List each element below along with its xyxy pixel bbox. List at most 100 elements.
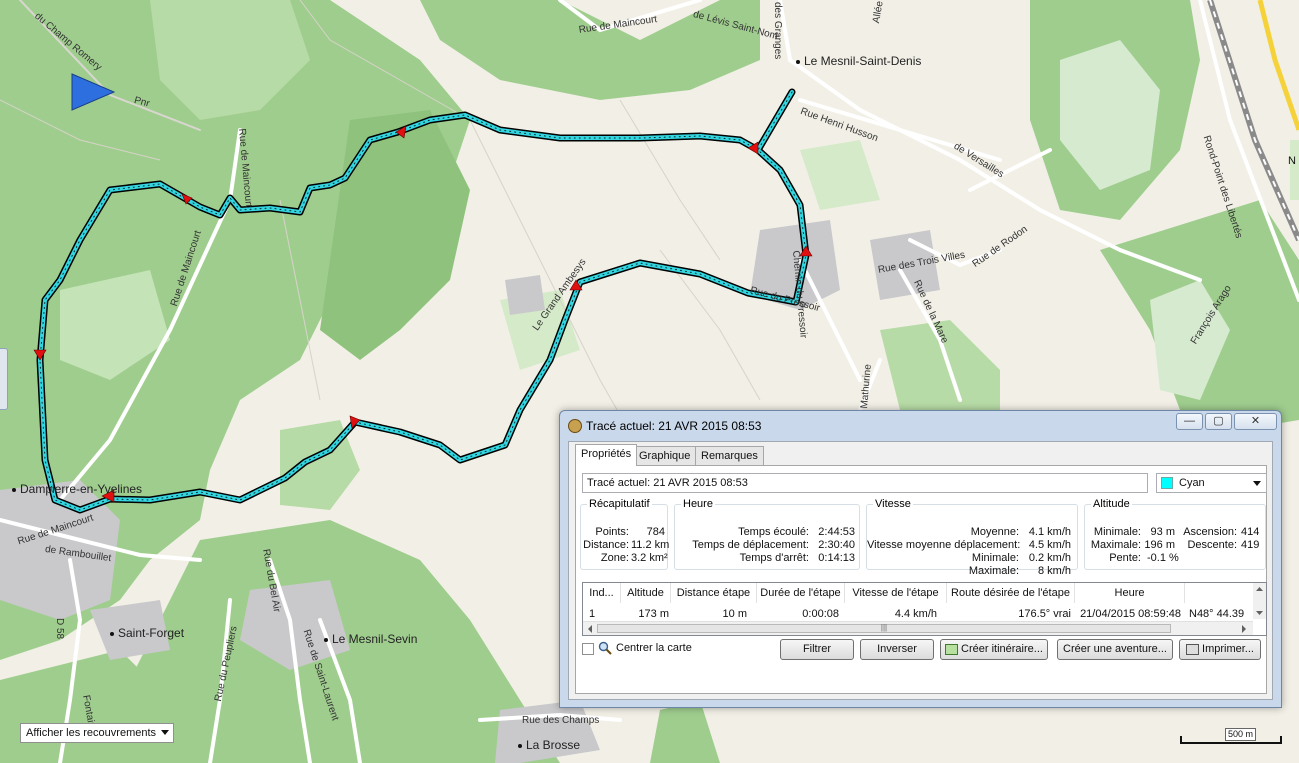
- map-label: des Granges: [772, 2, 783, 60]
- max-altitude-label: Maximale:: [1090, 539, 1141, 551]
- create-route-label: Créer itinéraire...: [961, 643, 1043, 655]
- cell-index[interactable]: 1: [589, 607, 595, 621]
- overlays-dropdown[interactable]: Afficher les recouvrements: [20, 723, 174, 743]
- cell-course[interactable]: 176.5° vrai: [947, 607, 1071, 621]
- ascent-label: Ascension:: [1183, 526, 1237, 538]
- dialog-title: Tracé actuel: 21 AVR 2015 08:53: [586, 419, 762, 433]
- time-legend: Heure: [683, 498, 713, 510]
- column-header-speed[interactable]: Vitesse de l'étape: [845, 583, 947, 603]
- avg-speed-label: Moyenne:: [970, 526, 1019, 538]
- magnifier-icon: [598, 641, 612, 655]
- maximize-button[interactable]: ▢: [1205, 413, 1232, 430]
- place-label-saint-forget: Saint-Forget: [110, 626, 184, 640]
- altitude-legend: Altitude: [1093, 498, 1130, 510]
- dialog-body: Propriétés Graphique Remarques Tracé act…: [568, 441, 1273, 700]
- max-speed-value: 8 km/h: [1037, 565, 1071, 577]
- chevron-down-icon: [161, 730, 169, 735]
- place-label-dampierre: Dampierre-en-Yvelines: [12, 482, 142, 496]
- properties-panel: Tracé actuel: 21 AVR 2015 08:53 Cyan Réc…: [575, 465, 1267, 694]
- speed-legend: Vitesse: [875, 498, 911, 510]
- ascent-value: 414: [1241, 526, 1260, 538]
- slope-label: Pente:: [1109, 552, 1141, 564]
- tab-graph[interactable]: Graphique: [633, 446, 697, 465]
- elapsed-label: Temps écoulé:: [738, 526, 809, 538]
- descent-label: Descente:: [1187, 539, 1237, 551]
- cell-speed[interactable]: 4.4 km/h: [845, 607, 937, 621]
- slope-value: -0.1 %: [1147, 552, 1179, 564]
- overlays-dropdown-label: Afficher les recouvrements: [26, 727, 157, 739]
- tab-properties[interactable]: Propriétés: [575, 444, 638, 466]
- place-name: Le Mesnil-Sevin: [332, 632, 418, 646]
- cell-time[interactable]: 21/04/2015 08:59:48: [1075, 607, 1181, 621]
- distance-label: Distance:: [583, 539, 629, 551]
- create-route-button[interactable]: Créer itinéraire...: [940, 639, 1048, 660]
- stopped-time-label: Temps d'arrêt:: [739, 552, 809, 564]
- place-name: Le Mesnil-Saint-Denis: [804, 54, 922, 68]
- elapsed-value: 2:44:53: [818, 526, 855, 538]
- table-vertical-scrollbar[interactable]: [1253, 583, 1266, 619]
- color-label: Cyan: [1179, 477, 1205, 489]
- min-speed-label: Minimale:: [971, 552, 1019, 564]
- place-dot-icon: [796, 59, 800, 64]
- summary-group: Récapitulatif Points: 784 Distance: 11.2…: [580, 498, 670, 570]
- print-label: Imprimer...: [1202, 643, 1254, 655]
- moving-time-value: 2:30:40: [818, 539, 855, 551]
- map-label: Rue des Champs: [522, 715, 600, 726]
- column-header-time[interactable]: Heure: [1075, 583, 1185, 603]
- points-label: Points:: [595, 526, 629, 538]
- column-header-course[interactable]: Route désirée de l'étape: [947, 583, 1075, 603]
- column-header-position[interactable]: [1185, 583, 1253, 603]
- column-header-altitude[interactable]: Altitude: [621, 583, 671, 603]
- summary-legend: Récapitulatif: [589, 498, 650, 510]
- filter-button[interactable]: Filtrer: [780, 639, 854, 660]
- zone-value: 3.2 km²: [631, 552, 668, 564]
- center-map-checkbox[interactable]: [582, 643, 594, 655]
- scroll-left-icon[interactable]: [585, 624, 595, 634]
- cell-distance[interactable]: 10 m: [671, 607, 747, 621]
- track-properties-dialog: Tracé actuel: 21 AVR 2015 08:53 — ▢ ✕ Pr…: [559, 410, 1282, 708]
- stopped-time-value: 0:14:13: [818, 552, 855, 564]
- column-header-index[interactable]: Ind...: [583, 583, 621, 603]
- place-label-la-brosse: La Brosse: [518, 738, 580, 752]
- scrollbar-thumb[interactable]: |||: [597, 624, 1171, 633]
- minimize-button[interactable]: —: [1176, 413, 1203, 430]
- avg-speed-value: 4.1 km/h: [1028, 526, 1071, 538]
- trackpoints-table[interactable]: Ind... Altitude Distance étape Durée de …: [582, 582, 1267, 636]
- track-color-dropdown[interactable]: Cyan: [1156, 473, 1267, 493]
- place-dot-icon: [12, 487, 16, 492]
- place-dot-icon: [110, 631, 114, 636]
- cell-duration[interactable]: 0:00:08: [757, 607, 839, 621]
- time-group: Heure Temps écoulé: 2:44:53 Temps de dép…: [674, 498, 860, 570]
- cell-altitude[interactable]: 173 m: [621, 607, 669, 621]
- column-header-duration[interactable]: Durée de l'étape: [757, 583, 845, 603]
- cell-position[interactable]: N48° 44.39: [1189, 607, 1244, 621]
- moving-avg-speed-label: Vitesse moyenne déplacement:: [867, 539, 1021, 551]
- distance-value: 11.2 km: [631, 539, 670, 551]
- svg-text:N: N: [1288, 155, 1296, 167]
- close-button[interactable]: ✕: [1234, 413, 1277, 430]
- tab-notes[interactable]: Remarques: [695, 446, 764, 465]
- scale-bar-label: 500 m: [1224, 728, 1256, 741]
- center-map-label[interactable]: Centrer la carte: [616, 642, 692, 654]
- table-horizontal-scrollbar[interactable]: |||: [583, 621, 1253, 635]
- place-label-le-mesnil-sevin: Le Mesnil-Sevin: [324, 632, 417, 646]
- altitude-group: Altitude Minimale: 93 m Maximale: 196 m …: [1084, 498, 1266, 570]
- reverse-button[interactable]: Inverser: [860, 639, 934, 660]
- place-dot-icon: [324, 637, 328, 642]
- column-header-distance[interactable]: Distance étape: [671, 583, 757, 603]
- scale-bar: 500 m: [1180, 728, 1282, 744]
- max-altitude-value: 196 m: [1144, 539, 1175, 551]
- side-panel-handle[interactable]: [0, 348, 8, 410]
- place-dot-icon: [518, 743, 522, 748]
- scroll-right-icon[interactable]: [1239, 624, 1249, 634]
- print-button[interactable]: Imprimer...: [1179, 639, 1261, 660]
- dialog-titlebar[interactable]: Tracé actuel: 21 AVR 2015 08:53 — ▢ ✕: [560, 411, 1281, 439]
- create-adventure-button[interactable]: Créer une aventure...: [1057, 639, 1173, 660]
- track-name-input[interactable]: Tracé actuel: 21 AVR 2015 08:53: [582, 473, 1148, 493]
- moving-avg-speed-value: 4.5 km/h: [1028, 539, 1071, 551]
- zone-label: Zone:: [600, 552, 629, 564]
- place-name: La Brosse: [526, 738, 581, 752]
- min-speed-value: 0.2 km/h: [1028, 552, 1071, 564]
- max-speed-label: Maximale:: [968, 565, 1019, 577]
- printer-icon: [1186, 643, 1200, 655]
